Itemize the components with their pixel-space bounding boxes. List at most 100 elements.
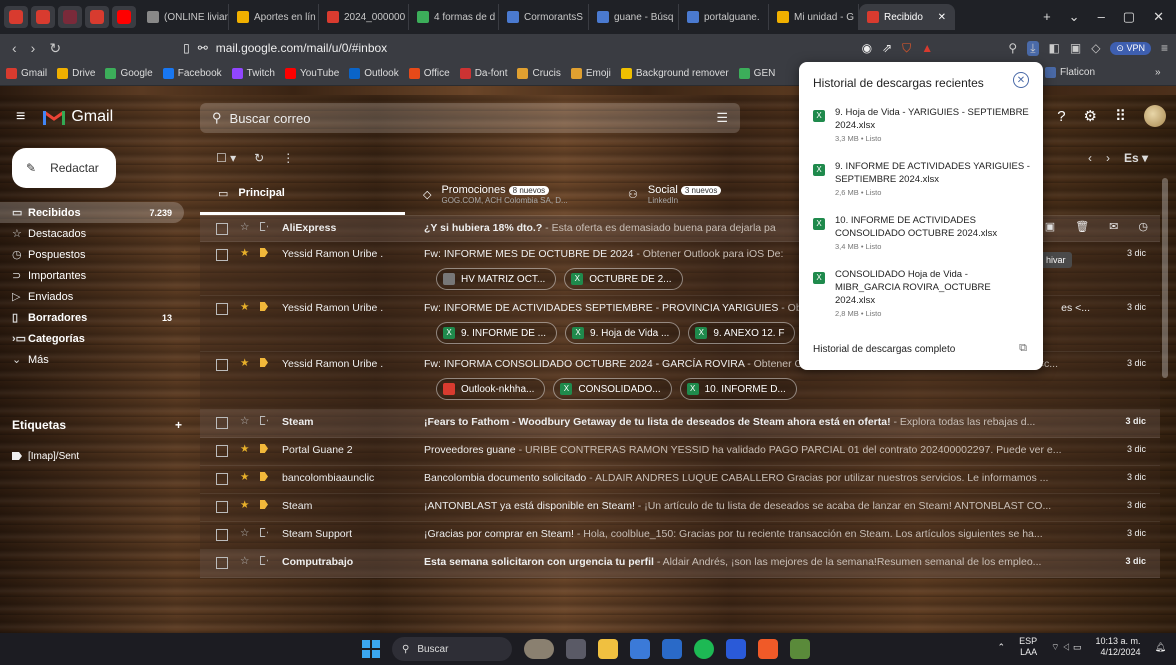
help-icon[interactable]: ? xyxy=(1057,108,1065,125)
close-window-button[interactable]: ✕ xyxy=(1153,9,1164,25)
input-tools-lang[interactable]: Es ▾ xyxy=(1124,151,1148,165)
close-icon[interactable]: ✕ xyxy=(1013,72,1029,88)
apps-grid-icon[interactable]: ⠿ xyxy=(1115,107,1126,125)
download-item[interactable]: X CONSOLIDADO Hoja de Vida - MIBR_GARCIA … xyxy=(813,268,1033,318)
pinned-tab[interactable] xyxy=(85,6,109,28)
sidebar-item-star[interactable]: ☆ Destacados xyxy=(0,223,184,244)
download-icon[interactable]: ⤓ xyxy=(1027,40,1039,56)
tab-principal[interactable]: ▭ Principal xyxy=(200,174,405,215)
taskbar-search[interactable]: ⚲ Buscar xyxy=(392,637,512,661)
main-menu-icon[interactable]: ≡ xyxy=(16,108,25,126)
row-checkbox[interactable] xyxy=(216,249,228,261)
bookmark-item[interactable]: Drive xyxy=(57,68,95,79)
add-label-button[interactable]: + xyxy=(175,418,182,432)
download-item[interactable]: X 9. INFORME DE ACTIVIDADES YARIGUIES - S… xyxy=(813,160,1033,197)
url-field[interactable]: ▯ ⚯ mail.google.com/mail/u/0/#inbox ◉ ⇗ … xyxy=(183,41,933,56)
full-download-history-link[interactable]: Historial de descargas completo xyxy=(813,344,955,355)
pinned-tab[interactable] xyxy=(58,6,82,28)
select-all-checkbox[interactable]: ☐ ▾ xyxy=(216,151,236,165)
star-icon[interactable]: ☆ xyxy=(240,221,250,233)
forward-icon[interactable]: › xyxy=(31,40,36,57)
email-row[interactable]: ★ Steam ¡ANTONBLAST ya está disponible e… xyxy=(200,494,1160,522)
attachment-chip[interactable]: X 9. Hoja de Vida ... xyxy=(565,322,681,344)
search-input[interactable]: ⚲ Buscar correo ☰ xyxy=(200,103,740,133)
attachment-chip[interactable]: Outlook-nkhha... xyxy=(436,378,546,400)
close-tab-icon[interactable]: ✕ xyxy=(938,12,946,23)
attachment-chip[interactable]: HV MATRIZ OCT... xyxy=(436,268,557,290)
important-marker-icon[interactable] xyxy=(260,302,268,311)
pinned-tab[interactable] xyxy=(112,6,136,28)
star-icon[interactable]: ★ xyxy=(240,471,250,483)
next-page-icon[interactable]: › xyxy=(1106,151,1110,165)
star-icon[interactable]: ★ xyxy=(240,301,250,313)
bookmark-item[interactable]: Background remover xyxy=(620,68,729,79)
archive-icon[interactable]: ▣ xyxy=(1045,220,1055,233)
sidebar-label-item[interactable]: [Imap]/Sent xyxy=(0,446,79,466)
pinned-tab[interactable] xyxy=(31,6,55,28)
sidebar-item-label[interactable]: ›▭ Categorías xyxy=(0,328,184,349)
bookmark-flaticon[interactable]: Flaticon » xyxy=(1045,67,1161,78)
sidebar-item-draft[interactable]: ▯ Borradores 13 xyxy=(0,307,184,328)
sidebar-item-chevron-down[interactable]: ⌄ Más xyxy=(0,349,184,370)
star-icon[interactable]: ★ xyxy=(240,443,250,455)
download-item[interactable]: X 9. Hoja de Vida - YARIGUIES - SEPTIEMBR… xyxy=(813,106,1033,143)
bookmark-item[interactable]: GEN xyxy=(738,68,775,79)
snooze-icon[interactable]: ◷ xyxy=(1138,220,1148,233)
row-checkbox[interactable] xyxy=(216,473,228,485)
email-row[interactable]: ☆ Steam ¡Fears to Fathom - Woodbury Geta… xyxy=(200,410,1160,438)
browser-tab[interactable]: (ONLINE livian xyxy=(139,4,229,30)
wallet-icon[interactable]: ▣ xyxy=(1070,41,1081,55)
extensions-icon[interactable]: ⚲ xyxy=(1008,41,1017,55)
browser-tab[interactable]: 2024_000000 xyxy=(319,4,409,30)
tab-social[interactable]: ⚇ Social 3 nuevos LinkedIn xyxy=(610,174,815,215)
sidebar-icon[interactable]: ◧ xyxy=(1049,41,1060,55)
site-info-icon[interactable]: ⚯ xyxy=(198,41,208,55)
check-app-icon[interactable] xyxy=(726,639,746,659)
important-marker-icon[interactable] xyxy=(260,444,268,453)
reload-icon[interactable]: ↻ xyxy=(49,40,61,57)
tab-promociones[interactable]: ◇ Promociones 8 nuevos GOG.COM, ACH Colom… xyxy=(405,174,610,215)
notification-bell-icon[interactable]: 🔔︎ xyxy=(1155,642,1166,653)
bookmark-item[interactable]: Facebook xyxy=(162,68,222,79)
browser-tab[interactable]: 4 formas de d xyxy=(409,4,499,30)
bookmark-icon[interactable]: ▯ xyxy=(183,41,190,55)
brave-shield-icon[interactable]: ⛉ xyxy=(902,41,911,56)
leo-icon[interactable]: ◇ xyxy=(1091,41,1100,55)
wifi-icon[interactable]: ⌔ ◁ ▭ xyxy=(1051,642,1081,653)
row-checkbox[interactable] xyxy=(216,223,228,235)
bookmark-item[interactable]: Twitch xyxy=(231,68,275,79)
bookmark-item[interactable]: Emoji xyxy=(570,68,611,79)
important-marker-icon[interactable] xyxy=(260,556,268,565)
vpn-button[interactable]: ⊙ VPN xyxy=(1110,41,1151,55)
sidebar-item-clock[interactable]: ◷ Pospuestos xyxy=(0,244,184,265)
star-icon[interactable]: ☆ xyxy=(240,415,250,427)
sidebar-item-inbox[interactable]: ▭ Recibidos 7.239 xyxy=(0,202,184,223)
photos-icon[interactable] xyxy=(662,639,682,659)
bookmark-item[interactable]: Gmail xyxy=(6,68,47,79)
download-item[interactable]: X 10. INFORME DE ACTIVIDADES CONSOLIDADO … xyxy=(813,214,1033,251)
tab-active[interactable]: Recibido ✕ xyxy=(859,4,955,30)
prev-page-icon[interactable]: ‹ xyxy=(1088,151,1092,165)
pinned-tab[interactable] xyxy=(4,6,28,28)
star-icon[interactable]: ☆ xyxy=(240,555,250,567)
attachment-chip[interactable]: X 9. INFORME DE ... xyxy=(436,322,558,344)
star-icon[interactable]: ★ xyxy=(240,499,250,511)
row-checkbox[interactable] xyxy=(216,445,228,457)
star-icon[interactable]: ★ xyxy=(240,247,250,259)
row-checkbox[interactable] xyxy=(216,557,228,569)
task-view-icon[interactable] xyxy=(566,639,586,659)
attachment-chip[interactable]: X 9. ANEXO 12. F xyxy=(688,322,796,344)
open-external-icon[interactable]: ⧉ xyxy=(1019,342,1027,355)
star-icon[interactable]: ★ xyxy=(240,357,250,369)
email-row[interactable]: ☆ Computrabajo Esta semana solicitaron c… xyxy=(200,550,1160,578)
bookmark-item[interactable]: YouTube xyxy=(284,68,339,79)
browser-tab[interactable]: portalguane. xyxy=(679,4,769,30)
minecraft-icon[interactable] xyxy=(790,639,810,659)
share-icon[interactable]: ⇗ xyxy=(882,41,892,56)
bookmark-item[interactable]: Outlook xyxy=(349,68,399,79)
email-row[interactable]: ★ Portal Guane 2 Proveedores guane - URI… xyxy=(200,438,1160,466)
email-row[interactable]: ★ bancolombiaaunclic Bancolombia documen… xyxy=(200,466,1160,494)
row-checkbox[interactable] xyxy=(216,359,228,371)
attachment-chip[interactable]: X 10. INFORME D... xyxy=(679,378,797,400)
language-indicator[interactable]: ESP LAA xyxy=(1019,636,1037,658)
